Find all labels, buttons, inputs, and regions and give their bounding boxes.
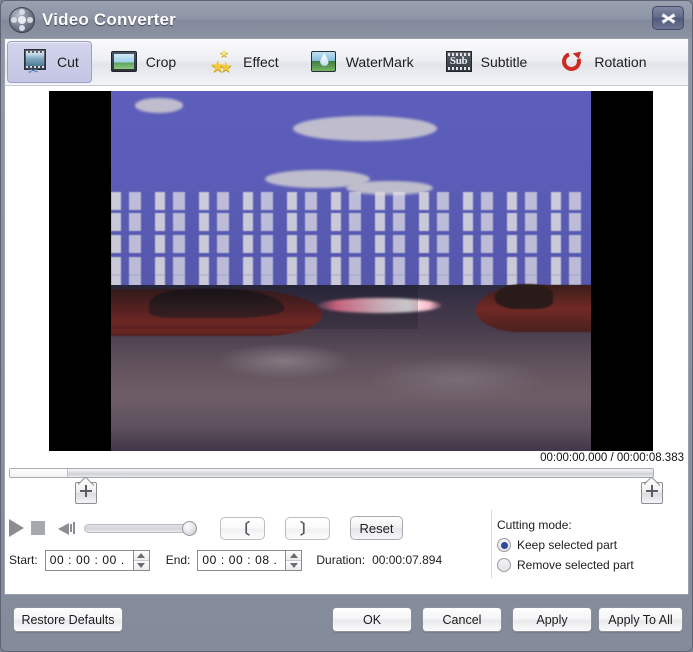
radio-icon-selected <box>497 538 511 552</box>
play-icon[interactable] <box>9 519 24 537</box>
tab-cut[interactable]: ✂ Cut <box>7 41 92 83</box>
radio-remove-selected-part-label: Remove selected part <box>517 558 634 572</box>
caret-down-icon <box>137 562 146 568</box>
cutting-mode-heading: Cutting mode: <box>497 518 572 532</box>
end-marker-handle[interactable] <box>641 477 663 504</box>
ok-button[interactable]: OK <box>332 607 412 632</box>
tab-crop[interactable]: Crop <box>96 41 189 83</box>
end-label: End: <box>165 553 191 567</box>
cutting-mode-group: Cutting mode: Keep selected part Remove … <box>497 518 677 578</box>
cut-panel: 00:00:00.000 / 00:00:08.383 〔 〕 Reset St… <box>4 85 689 595</box>
end-time-input[interactable] <box>197 549 286 571</box>
time-fields-row: Start: End: Duration: 00:00:07.894 <box>9 548 442 572</box>
tab-rotation-label: Rotation <box>594 54 647 70</box>
title-bar: Video Converter <box>1 1 692 38</box>
close-button[interactable] <box>652 6 684 30</box>
cut-icon: ✂ <box>20 49 50 77</box>
timeline-progress <box>10 469 68 477</box>
duration-label: Duration: <box>316 553 366 567</box>
tab-bar: ✂ Cut Crop ★ ★ ★ Effect WaterMark Sub Su… <box>4 38 689 85</box>
film-reel-icon <box>9 6 35 33</box>
caret-up-icon <box>289 552 298 558</box>
tab-effect[interactable]: ★ ★ ★ Effect <box>193 41 292 83</box>
volume-slider-knob[interactable] <box>182 520 197 536</box>
start-time-stepper[interactable] <box>44 549 150 571</box>
apply-button[interactable]: Apply <box>512 607 592 632</box>
watermark-icon <box>309 49 339 75</box>
tab-cut-label: Cut <box>57 54 79 70</box>
start-marker-handle[interactable] <box>75 477 97 504</box>
set-start-button[interactable]: 〔 <box>220 516 265 540</box>
video-preview[interactable] <box>49 91 653 451</box>
tab-watermark[interactable]: WaterMark <box>296 41 427 83</box>
tab-subtitle-label: Subtitle <box>480 54 528 70</box>
radio-remove-selected-part[interactable]: Remove selected part <box>497 558 677 572</box>
rotation-icon <box>557 48 587 75</box>
time-readout: 00:00:00.000 / 00:00:08.383 <box>540 452 684 464</box>
timeline-slider[interactable] <box>9 468 654 478</box>
panel-divider <box>491 510 492 578</box>
dialog-footer: Restore Defaults OK Cancel Apply Apply T… <box>1 596 692 651</box>
video-frame <box>111 91 591 451</box>
caret-down-icon <box>289 562 298 568</box>
tab-rotation[interactable]: Rotation <box>544 41 659 83</box>
apply-to-all-button[interactable]: Apply To All <box>598 607 683 632</box>
reset-button[interactable]: Reset <box>350 516 403 540</box>
effect-icon: ★ ★ ★ <box>210 48 233 76</box>
duration-value: 00:00:07.894 <box>372 553 443 567</box>
crop-icon <box>109 49 139 75</box>
tab-subtitle[interactable]: Sub Subtitle <box>431 41 541 83</box>
stop-icon[interactable] <box>31 521 45 535</box>
video-vignette <box>111 91 591 451</box>
start-time-decrement[interactable] <box>133 560 149 570</box>
cancel-button[interactable]: Cancel <box>422 607 502 632</box>
radio-keep-selected-part-label: Keep selected part <box>517 538 618 552</box>
start-time-input[interactable] <box>44 549 133 571</box>
set-end-button[interactable]: 〕 <box>285 516 330 540</box>
tab-watermark-label: WaterMark <box>345 54 414 70</box>
radio-keep-selected-part[interactable]: Keep selected part <box>497 538 677 552</box>
window-title: Video Converter <box>42 9 177 29</box>
move-icon <box>646 485 658 497</box>
end-time-decrement[interactable] <box>286 560 302 570</box>
restore-defaults-button[interactable]: Restore Defaults <box>13 607 123 632</box>
start-label: Start: <box>9 553 38 567</box>
subtitle-icon: Sub <box>444 49 474 75</box>
volume-icon[interactable] <box>58 520 76 536</box>
tab-effect-label: Effect <box>243 54 279 70</box>
end-time-stepper[interactable] <box>197 549 303 571</box>
close-icon <box>660 12 676 24</box>
caret-up-icon <box>137 552 146 558</box>
volume-slider[interactable] <box>84 520 197 536</box>
start-time-increment[interactable] <box>133 550 149 561</box>
tab-crop-label: Crop <box>145 54 177 70</box>
video-converter-window: Video Converter ✂ Cut Crop ★★★ Effect <box>0 0 693 652</box>
move-icon <box>80 485 92 497</box>
radio-icon-unselected <box>497 558 511 572</box>
end-time-increment[interactable] <box>286 550 302 561</box>
